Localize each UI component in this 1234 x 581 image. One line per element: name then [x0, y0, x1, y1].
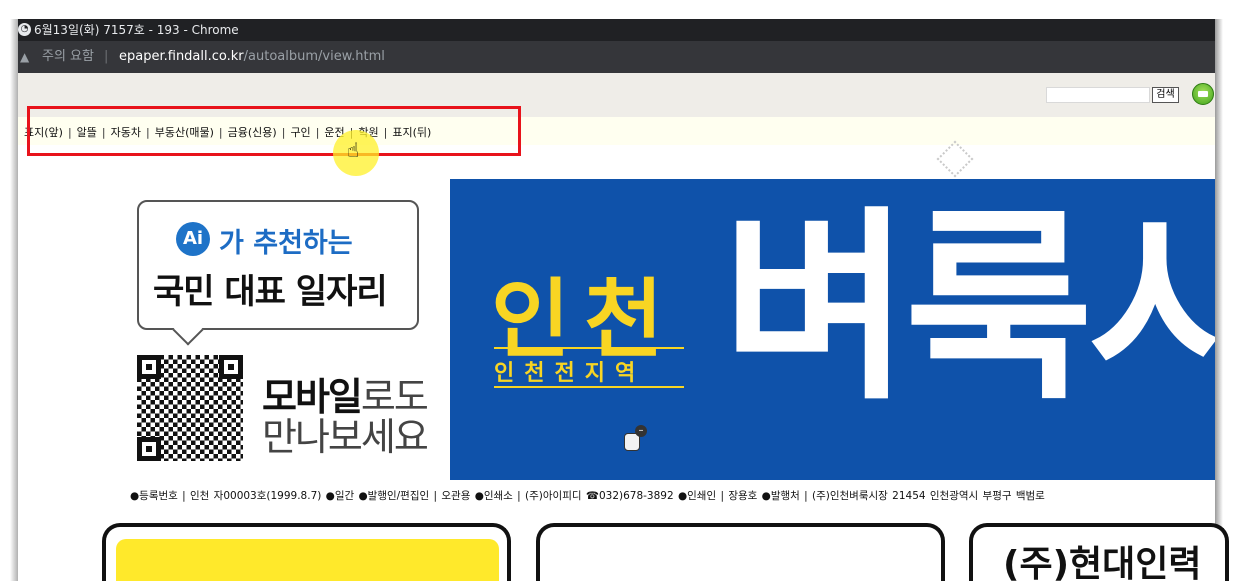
- ad-box-3[interactable]: (주)현대인력: [969, 523, 1229, 581]
- ad-box-1[interactable]: [102, 523, 511, 581]
- address-bar[interactable]: ▲ 주의 요함 | epaper.findall.co.kr/autoalbum…: [18, 41, 1215, 73]
- qr-finder: [219, 355, 243, 379]
- url-path: /autoalbum/view.html: [243, 49, 385, 64]
- url-host: epaper.findall.co.kr: [119, 49, 244, 64]
- window-shadow-left: [10, 19, 18, 581]
- region-rule-bottom: [494, 386, 684, 388]
- region-rule-top: [494, 347, 684, 349]
- nav-highlight-box: [27, 106, 521, 156]
- masthead-banner[interactable]: 인천 인천전지역 벼룩시: [450, 179, 1215, 480]
- minus-icon: –: [635, 425, 647, 437]
- ad-box-3-title: (주)현대인력: [1003, 544, 1202, 581]
- ad-box-2[interactable]: [536, 523, 945, 581]
- chrome-icon: ◔: [18, 23, 31, 36]
- qr-code[interactable]: [137, 355, 243, 461]
- security-status[interactable]: 주의 요함: [42, 41, 94, 73]
- ai-ad-line2: 국민 대표 일자리: [153, 272, 388, 312]
- window-titlebar[interactable]: ◔ 6월13일(화) 7157호 - 193 - Chrome: [18, 19, 1215, 41]
- ai-ad-bubble[interactable]: Ai 가 추천하는 국민 대표 일자리: [137, 200, 419, 346]
- ad-box-yellow-panel: [116, 539, 499, 581]
- region-subtitle: 인천전지역: [494, 361, 646, 386]
- search-input[interactable]: [1046, 87, 1150, 103]
- zoom-out-cursor-icon: –: [624, 425, 647, 451]
- qr-finder: [137, 437, 161, 461]
- qr-finder: [137, 355, 161, 379]
- mail-icon[interactable]: [1192, 83, 1214, 105]
- window-shadow-right: [1215, 19, 1223, 581]
- publisher-info: ●등록번호 | 인천 자00003호(1999.8.7) ●일간 ●발행인/편집…: [130, 490, 1045, 502]
- paper-name: 벼룩시: [722, 190, 1215, 428]
- search-button[interactable]: 검색: [1152, 87, 1179, 103]
- ai-badge: Ai: [176, 222, 210, 256]
- hand-pointer-icon: ☝: [347, 138, 360, 162]
- url-text[interactable]: epaper.findall.co.kr/autoalbum/view.html: [119, 41, 385, 73]
- loading-icon: [936, 140, 974, 178]
- mobile-text-line2: 만나보세요: [262, 415, 429, 459]
- address-separator: |: [104, 49, 109, 64]
- warning-icon: ▲: [20, 50, 30, 64]
- ai-ad-line1: 가 추천하는: [219, 228, 353, 259]
- window-title: 6월13일(화) 7157호 - 193 - Chrome: [34, 23, 239, 37]
- bubble-tail: [172, 314, 204, 346]
